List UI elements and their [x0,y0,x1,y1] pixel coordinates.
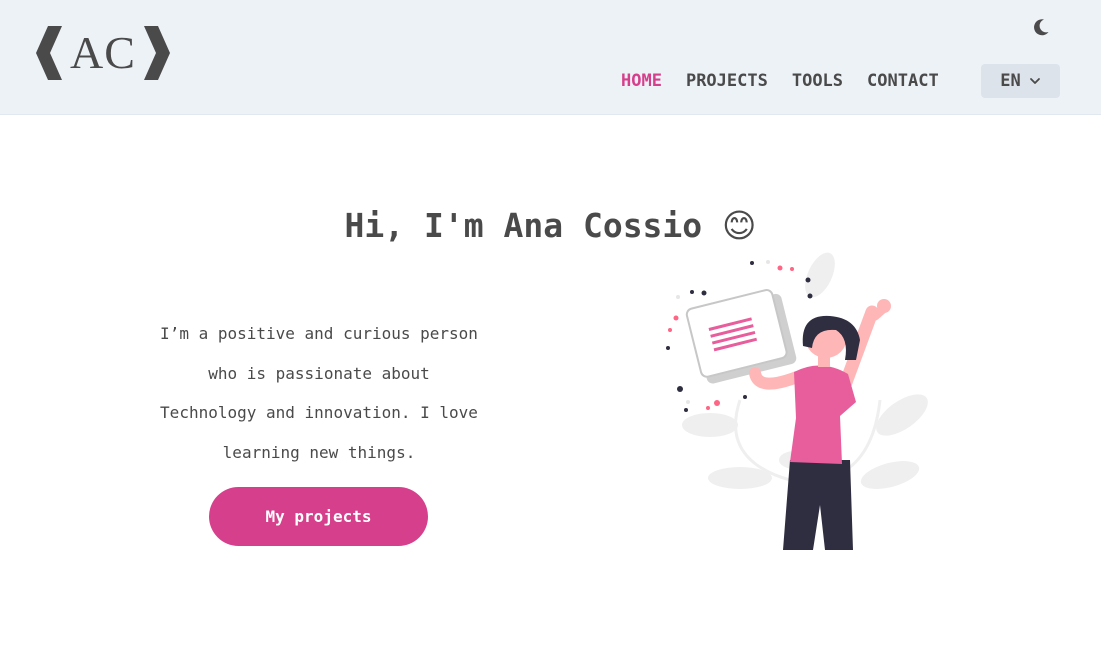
language-select[interactable]: EN [981,64,1060,98]
smiling-face-icon: 😊 [722,206,757,245]
chevron-down-icon [1029,78,1040,84]
logo-letters: AC [70,27,136,78]
nav-projects[interactable]: PROJECTS [686,64,768,98]
intro-text: I’m a positive and curious person who is… [160,324,478,462]
logo[interactable]: AC [36,26,170,80]
main-nav: HOME PROJECTS TOOLS CONTACT [621,64,963,98]
nav-contact[interactable]: CONTACT [867,64,939,98]
left-bracket-icon [36,26,62,80]
nav-home[interactable]: HOME [621,64,662,98]
title-text: Hi, I'm Ana Cossio [344,206,703,245]
right-bracket-icon [143,26,170,80]
header: AC HOME PROJECTS TOOLS CONTACT EN [0,0,1101,115]
language-value: EN [1000,71,1021,91]
my-projects-button[interactable]: My projects [209,487,428,546]
moon-icon[interactable] [1031,17,1051,37]
page-title: Hi, I'm Ana Cossio 😊 [0,206,1101,245]
woman-celebrating-illustration [666,252,928,550]
nav-tools[interactable]: TOOLS [792,64,843,98]
